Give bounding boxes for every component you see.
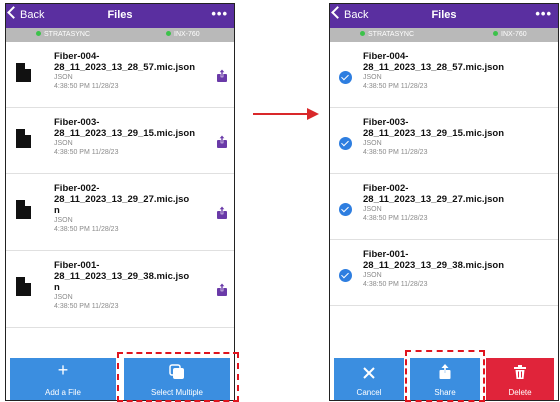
file-type: JSON [363,140,382,147]
file-name-line: 28_11_2023_13_29_27.mic.jso [54,194,190,205]
file-list-item[interactable]: Fiber-002-28_11_2023_13_29_27.mic.jsonJS… [330,174,558,240]
file-list-item[interactable]: Fiber-003- 28_11_2023_13_29_15.mic.json JS… [330,108,558,174]
file-name-line: n [54,282,60,293]
file-name-line: Fiber-001- [54,260,100,271]
status-label: STRATASYNC [368,31,415,38]
file-info: Fiber-003- 28_11_2023_13_29_15.mic.json JS… [54,117,202,157]
close-icon [363,367,375,379]
status-device: INX-760 [166,31,200,38]
file-name-line: 28_11_2023_13_29_38.mic.jso [54,271,190,282]
file-list-item[interactable]: Fiber-001-28_11_2023_13_29_38.mic.jsonJS… [6,251,234,328]
file-name-line: Fiber-001- [363,249,409,260]
status-label: INX-760 [501,31,527,38]
document-icon [16,63,31,82]
status-stratasync: STRATASYNC [36,31,90,38]
file-list-item[interactable]: Fiber-003- 28_11_2023_13_29_15.mic.json JS… [6,108,234,174]
file-name-line: 28_11_2023_13_29_27.mic.json [363,194,505,205]
file-name-line: Fiber-004- [54,51,100,62]
status-dot-icon [166,31,171,36]
file-name-line: n [54,205,60,216]
share-icon[interactable] [216,135,228,148]
delete-label: Delete [508,388,532,397]
file-type: JSON [363,74,382,81]
page-title: Files [107,9,133,21]
file-info: Fiber-001-28_11_2023_13_29_38.mic.jsonJS… [54,260,202,311]
nav-bar: Back Files ••• [6,4,234,28]
file-list-item[interactable]: Fiber-001-28_11_2023_13_29_38.mic.jsonJS… [330,240,558,306]
checkmark-selected-icon[interactable] [339,137,352,150]
file-timestamp: 4:38:50 PM 11/28/23 [363,281,428,288]
file-name-line: 28_11_2023_13_29_38.mic.json [363,260,505,271]
highlight-select-multiple [117,352,239,402]
file-type: JSON [363,206,382,213]
file-timestamp: 4:38:50 PM 11/28/23 [54,83,119,90]
file-type: JSON [363,272,382,279]
file-list-item[interactable]: Fiber-004- 28_11_2023_13_28_57.mic.json JS… [6,42,234,108]
more-menu-icon[interactable]: ••• [211,6,228,21]
document-icon [16,277,31,296]
file-info: Fiber-001-28_11_2023_13_29_38.mic.jsonJS… [363,249,533,289]
phone-screen-after: Back Files ••• STRATASYNC INX-760 Fiber-… [329,3,559,401]
file-name-line: Fiber-003- [363,117,409,128]
more-menu-icon[interactable]: ••• [535,6,552,21]
add-file-button[interactable]: + Add a File [10,358,116,400]
file-name-line: Fiber-002- [54,183,100,194]
file-type: JSON [54,74,73,81]
file-info: Fiber-002-28_11_2023_13_29_27.mic.jsonJS… [54,183,202,234]
arrow-head-icon [307,108,319,120]
status-label: INX-760 [174,31,200,38]
checkmark-selected-icon[interactable] [339,269,352,282]
file-info: Fiber-003- 28_11_2023_13_29_15.mic.json JS… [363,117,533,157]
file-name-line: Fiber-002- [363,183,409,194]
add-file-label: Add a File [44,388,82,397]
connection-status-bar: STRATASYNC INX-760 [6,28,234,42]
file-info: Fiber-002-28_11_2023_13_29_27.mic.jsonJS… [363,183,533,223]
file-type: JSON [54,217,73,224]
share-icon[interactable] [216,283,228,296]
file-name-line: Fiber-003- [54,117,100,128]
cancel-button[interactable]: Cancel [334,358,404,400]
page-title: Files [431,9,457,21]
checkmark-selected-icon[interactable] [339,203,352,216]
status-dot-icon [36,31,41,36]
file-name-line: Fiber-004- [363,51,409,62]
file-name-line: 28_11_2023_13_29_15.mic.json [363,128,505,139]
document-icon [16,129,31,148]
file-list: Fiber-004- 28_11_2023_13_28_57.mic.json JS… [330,42,558,306]
status-dot-icon [360,31,365,36]
delete-button[interactable]: Delete [486,358,554,400]
file-timestamp: 4:38:50 PM 11/28/23 [54,149,119,156]
share-icon[interactable] [216,206,228,219]
file-info: Fiber-004- 28_11_2023_13_28_57.mic.json JS… [363,51,533,91]
transition-arrow [253,113,308,115]
plus-icon: + [57,360,69,380]
file-name-line: 28_11_2023_13_28_57.mic.json [54,62,196,73]
status-stratasync: STRATASYNC [360,31,414,38]
file-list-item[interactable]: Fiber-002-28_11_2023_13_29_27.mic.jsonJS… [6,174,234,251]
cancel-label: Cancel [356,388,382,397]
file-list-item[interactable]: Fiber-004- 28_11_2023_13_28_57.mic.json JS… [330,42,558,108]
connection-status-bar: STRATASYNC INX-760 [330,28,558,42]
file-list: Fiber-004- 28_11_2023_13_28_57.mic.json JS… [6,42,234,328]
file-timestamp: 4:38:50 PM 11/28/23 [54,303,119,310]
file-timestamp: 4:38:50 PM 11/28/23 [54,226,119,233]
status-label: STRATASYNC [44,31,91,38]
file-timestamp: 4:38:50 PM 11/28/23 [363,83,428,90]
status-dot-icon [493,31,498,36]
file-info: Fiber-004- 28_11_2023_13_28_57.mic.json JS… [54,51,202,91]
file-name-line: 28_11_2023_13_28_57.mic.json [363,62,505,73]
highlight-share [405,350,485,402]
file-timestamp: 4:38:50 PM 11/28/23 [363,149,428,156]
nav-bar: Back Files ••• [330,4,558,28]
file-type: JSON [54,294,73,301]
phone-screen-before: Back Files ••• STRATASYNC INX-760 Fiber-… [5,3,235,401]
status-device: INX-760 [493,31,527,38]
file-type: JSON [54,140,73,147]
checkmark-selected-icon[interactable] [339,71,352,84]
file-name-line: 28_11_2023_13_29_15.mic.json [54,128,196,139]
share-icon[interactable] [216,69,228,82]
document-icon [16,200,31,219]
file-timestamp: 4:38:50 PM 11/28/23 [363,215,428,222]
trash-icon [514,365,526,379]
